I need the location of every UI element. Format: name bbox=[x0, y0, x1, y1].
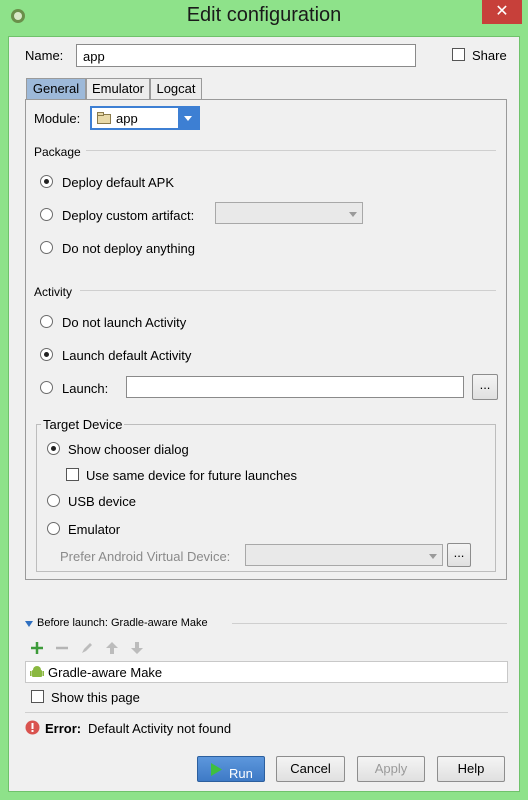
error-separator bbox=[25, 712, 508, 713]
do-not-launch-label: Do not launch Activity bbox=[62, 315, 187, 330]
chevron-down-icon bbox=[429, 554, 437, 559]
android-icon bbox=[30, 666, 44, 677]
use-same-device-label: Use same device for future launches bbox=[86, 468, 297, 483]
error-prefix: Error: bbox=[45, 721, 82, 736]
before-launch-list[interactable]: Gradle-aware Make bbox=[25, 661, 508, 683]
chevron-down-icon bbox=[349, 212, 357, 217]
remove-icon[interactable] bbox=[55, 641, 69, 655]
move-up-icon[interactable] bbox=[105, 641, 119, 655]
gradle-aware-make-item[interactable]: Gradle-aware Make bbox=[48, 665, 162, 680]
package-separator bbox=[86, 150, 496, 151]
tab-logcat[interactable]: Logcat bbox=[150, 78, 202, 99]
avd-select[interactable] bbox=[245, 544, 443, 566]
run-icon bbox=[211, 763, 222, 776]
avd-browse-button[interactable]: ... bbox=[447, 543, 471, 567]
launch-radio[interactable] bbox=[40, 381, 53, 394]
dialog-window: Edit configuration ✕ Name: app Share Gen… bbox=[0, 0, 528, 800]
deploy-default-apk-radio[interactable] bbox=[40, 175, 53, 188]
show-chooser-label: Show chooser dialog bbox=[68, 442, 189, 457]
use-same-device-checkbox[interactable] bbox=[66, 468, 79, 481]
name-input[interactable]: app bbox=[76, 44, 416, 67]
usb-device-label: USB device bbox=[68, 494, 136, 509]
share-label: Share bbox=[472, 48, 507, 63]
apply-button[interactable]: Apply bbox=[357, 756, 425, 782]
window-title: Edit configuration bbox=[186, 4, 342, 26]
module-dropdown-arrow[interactable] bbox=[178, 108, 198, 128]
activity-heading: Activity bbox=[34, 285, 73, 299]
share-checkbox[interactable] bbox=[452, 48, 465, 61]
deploy-custom-artifact-radio[interactable] bbox=[40, 208, 53, 221]
do-not-deploy-label: Do not deploy anything bbox=[62, 241, 195, 256]
move-down-icon[interactable] bbox=[130, 641, 144, 655]
prefer-avd-label: Prefer Android Virtual Device: bbox=[60, 549, 231, 564]
expand-triangle-icon[interactable] bbox=[25, 620, 33, 628]
help-button[interactable]: Help bbox=[437, 756, 505, 782]
launch-activity-input[interactable] bbox=[126, 376, 464, 398]
show-this-page-checkbox[interactable] bbox=[31, 690, 44, 703]
module-label: Module: bbox=[34, 111, 81, 126]
show-chooser-radio[interactable] bbox=[47, 442, 60, 455]
name-label: Name: bbox=[25, 48, 64, 63]
error-icon bbox=[25, 720, 40, 735]
name-value: app bbox=[83, 49, 105, 64]
before-launch-heading: Before launch: Gradle-aware Make bbox=[37, 617, 208, 629]
module-value: app bbox=[116, 111, 138, 126]
do-not-deploy-radio[interactable] bbox=[40, 241, 53, 254]
artifact-select[interactable] bbox=[215, 202, 363, 224]
tab-emulator[interactable]: Emulator bbox=[86, 78, 150, 99]
show-this-page-label: Show this page bbox=[51, 690, 140, 705]
emulator-label: Emulator bbox=[68, 522, 121, 537]
before-launch-separator bbox=[232, 623, 507, 624]
edit-icon[interactable] bbox=[80, 641, 94, 655]
target-device-heading: Target Device bbox=[41, 417, 125, 432]
emulator-radio[interactable] bbox=[47, 522, 60, 535]
cancel-button[interactable]: Cancel bbox=[276, 756, 345, 782]
package-heading: Package bbox=[34, 145, 81, 159]
run-button[interactable]: Run bbox=[197, 756, 265, 782]
module-select[interactable]: app bbox=[90, 106, 200, 130]
close-button[interactable]: ✕ bbox=[482, 0, 522, 24]
launch-browse-button[interactable]: ... bbox=[472, 374, 498, 400]
launch-default-radio[interactable] bbox=[40, 348, 53, 361]
deploy-custom-artifact-label: Deploy custom artifact: bbox=[62, 208, 195, 223]
launch-default-label: Launch default Activity bbox=[62, 348, 192, 363]
add-icon[interactable] bbox=[30, 641, 44, 655]
module-folder-icon bbox=[97, 112, 111, 124]
deploy-default-apk-label: Deploy default APK bbox=[62, 175, 175, 190]
launch-label: Launch: bbox=[62, 381, 109, 396]
do-not-launch-radio[interactable] bbox=[40, 315, 53, 328]
error-message: Default Activity not found bbox=[88, 721, 232, 736]
run-label: Run bbox=[229, 766, 253, 781]
activity-separator bbox=[80, 290, 496, 291]
usb-device-radio[interactable] bbox=[47, 494, 60, 507]
tab-general[interactable]: General bbox=[26, 78, 86, 99]
